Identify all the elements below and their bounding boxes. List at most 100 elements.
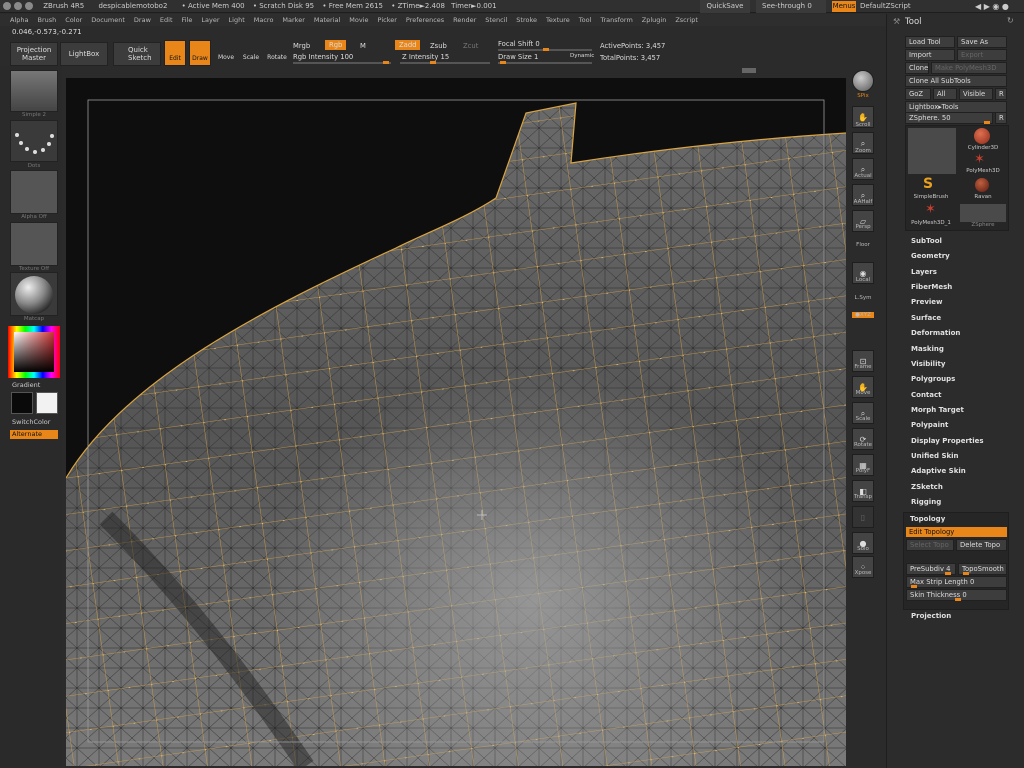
menu-transform[interactable]: Transform bbox=[600, 14, 632, 26]
menu-layer[interactable]: Layer bbox=[201, 14, 219, 26]
cylinder3d-icon[interactable] bbox=[974, 128, 990, 144]
contact-section[interactable]: Contact bbox=[911, 391, 942, 399]
deformation-section[interactable]: Deformation bbox=[911, 329, 960, 337]
projection-section[interactable]: Projection bbox=[911, 612, 951, 620]
unified-skin-section[interactable]: Unified Skin bbox=[911, 452, 959, 460]
menu-preferences[interactable]: Preferences bbox=[406, 14, 444, 26]
polygroups-section[interactable]: Polygroups bbox=[911, 375, 955, 383]
surface-section[interactable]: Surface bbox=[911, 314, 941, 322]
fibermesh-section[interactable]: FiberMesh bbox=[911, 283, 952, 291]
quick-sketch-button[interactable]: Quick Sketch bbox=[113, 42, 161, 66]
maximize-icon[interactable] bbox=[25, 2, 33, 10]
rgb-intensity-slider[interactable]: Rgb Intensity 100 bbox=[293, 53, 353, 61]
mesh-render[interactable] bbox=[66, 78, 846, 766]
morph-target-section[interactable]: Morph Target bbox=[911, 406, 964, 414]
goz-button[interactable]: GoZ bbox=[905, 88, 931, 100]
menu-light[interactable]: Light bbox=[229, 14, 245, 26]
tool-cylinder3d[interactable]: Cylinder3D bbox=[958, 145, 1008, 151]
lightbox-button[interactable]: LightBox bbox=[60, 42, 108, 66]
rgb-intensity-knob[interactable] bbox=[383, 61, 389, 64]
clone-button[interactable]: Clone bbox=[905, 62, 929, 74]
zsphere-thumbnail[interactable] bbox=[960, 204, 1006, 222]
menu-material[interactable]: Material bbox=[314, 14, 340, 26]
all-button[interactable]: All bbox=[933, 88, 957, 100]
presubdiv-slider[interactable]: PreSubdiv 4 bbox=[906, 563, 956, 575]
quicksave-button[interactable]: QuickSave bbox=[700, 0, 750, 13]
tool-ravan[interactable]: Ravan bbox=[958, 194, 1008, 200]
lsym-button[interactable]: L.Sym bbox=[848, 295, 878, 301]
z-intensity-slider[interactable]: Z Intensity 15 bbox=[402, 53, 449, 61]
menu-color[interactable]: Color bbox=[65, 14, 82, 26]
load-tool-button[interactable]: Load Tool bbox=[905, 36, 955, 48]
m-button[interactable]: M bbox=[360, 42, 366, 50]
max-strip-length-slider[interactable]: Max Strip Length 0 bbox=[906, 576, 1007, 588]
z-intensity-track[interactable] bbox=[400, 61, 490, 64]
minimize-icon[interactable] bbox=[14, 2, 22, 10]
layers-section[interactable]: Layers bbox=[911, 268, 937, 276]
menu-draw[interactable]: Draw bbox=[134, 14, 151, 26]
export-button[interactable]: Export bbox=[957, 49, 1007, 61]
tool-polymesh3d-1[interactable]: PolyMesh3D_1 bbox=[906, 220, 956, 226]
topology-section[interactable]: Topology bbox=[910, 515, 945, 523]
menu-zscript[interactable]: Zscript bbox=[675, 14, 698, 26]
tool-zsphere[interactable]: ZSphere bbox=[958, 222, 1008, 228]
tool-simplebrush[interactable]: SimpleBrush bbox=[906, 194, 956, 200]
polypaint-section[interactable]: Polypaint bbox=[911, 421, 948, 429]
menu-texture[interactable]: Texture bbox=[546, 14, 570, 26]
rgb-button[interactable]: Rgb bbox=[325, 40, 347, 50]
menu-tool[interactable]: Tool bbox=[579, 14, 592, 26]
display-properties-section[interactable]: Display Properties bbox=[911, 437, 984, 445]
zsketch-section[interactable]: ZSketch bbox=[911, 483, 943, 491]
toposmooth-knob[interactable] bbox=[963, 572, 969, 575]
menu-stencil[interactable]: Stencil bbox=[485, 14, 507, 26]
edit-button[interactable]: Edit bbox=[164, 40, 186, 66]
projection-master-button[interactable]: Projection Master bbox=[10, 42, 58, 66]
color-square[interactable] bbox=[14, 332, 54, 372]
menu-movie[interactable]: Movie bbox=[349, 14, 368, 26]
menu-alpha[interactable]: Alpha bbox=[10, 14, 28, 26]
geometry-section[interactable]: Geometry bbox=[911, 252, 950, 260]
zcut-button[interactable]: Zcut bbox=[463, 42, 478, 50]
simplebrush-icon[interactable]: S bbox=[923, 176, 933, 192]
menus-button[interactable]: Menus bbox=[832, 1, 856, 12]
skin-thickness-knob[interactable] bbox=[955, 598, 961, 601]
preview-section[interactable]: Preview bbox=[911, 298, 943, 306]
z-intensity-knob[interactable] bbox=[430, 61, 436, 64]
menu-zplugin[interactable]: Zplugin bbox=[642, 14, 667, 26]
zadd-button[interactable]: Zadd bbox=[395, 40, 421, 50]
switchcolor-button[interactable]: SwitchColor bbox=[12, 418, 50, 426]
subtool-section[interactable]: SubTool bbox=[911, 237, 942, 245]
focal-shift-slider[interactable]: Focal Shift 0 bbox=[498, 40, 540, 48]
rgb-intensity-track[interactable] bbox=[293, 61, 391, 64]
texture-thumbnail[interactable] bbox=[10, 222, 58, 266]
menu-edit[interactable]: Edit bbox=[160, 14, 173, 26]
menu-marker[interactable]: Marker bbox=[282, 14, 304, 26]
make-polymesh-button[interactable]: Make PolyMesh3D bbox=[931, 62, 1007, 74]
see-through-slider[interactable]: See-through 0 bbox=[756, 0, 826, 13]
rotate-button[interactable]: Rotate bbox=[265, 40, 289, 66]
color-picker[interactable] bbox=[8, 326, 60, 378]
window-buttons[interactable]: ◀ ▶ ◉ ● bbox=[975, 0, 1009, 13]
xyz-button[interactable]: ●XYZ bbox=[852, 312, 874, 318]
menu-macro[interactable]: Macro bbox=[254, 14, 274, 26]
menu-file[interactable]: File bbox=[182, 14, 193, 26]
current-tool-thumbnail[interactable] bbox=[908, 128, 956, 174]
clone-all-subtools-button[interactable]: Clone All SubTools bbox=[905, 75, 1007, 87]
toposmooth-slider[interactable]: TopoSmooth bbox=[958, 563, 1007, 575]
mrgb-button[interactable]: Mrgb bbox=[293, 42, 310, 50]
main-color-swatch[interactable] bbox=[11, 392, 33, 414]
zsphere-r-button[interactable]: R bbox=[995, 112, 1007, 124]
delete-topo-button[interactable]: Delete Topo bbox=[956, 539, 1007, 551]
menu-document[interactable]: Document bbox=[91, 14, 125, 26]
zsphere-slider-knob[interactable] bbox=[984, 121, 990, 124]
menu-picker[interactable]: Picker bbox=[378, 14, 397, 26]
menu-brush[interactable]: Brush bbox=[37, 14, 56, 26]
ghost-icon[interactable]: ▯ bbox=[852, 506, 874, 528]
alpha-thumbnail[interactable] bbox=[10, 170, 58, 214]
skin-thickness-slider[interactable]: Skin Thickness 0 bbox=[906, 589, 1007, 601]
material-thumbnail[interactable] bbox=[10, 272, 58, 316]
dynamic-button[interactable]: Dynamic bbox=[570, 53, 594, 59]
tray-handle[interactable] bbox=[742, 68, 756, 73]
presubdiv-knob[interactable] bbox=[945, 572, 951, 575]
max-strip-length-knob[interactable] bbox=[911, 585, 917, 588]
